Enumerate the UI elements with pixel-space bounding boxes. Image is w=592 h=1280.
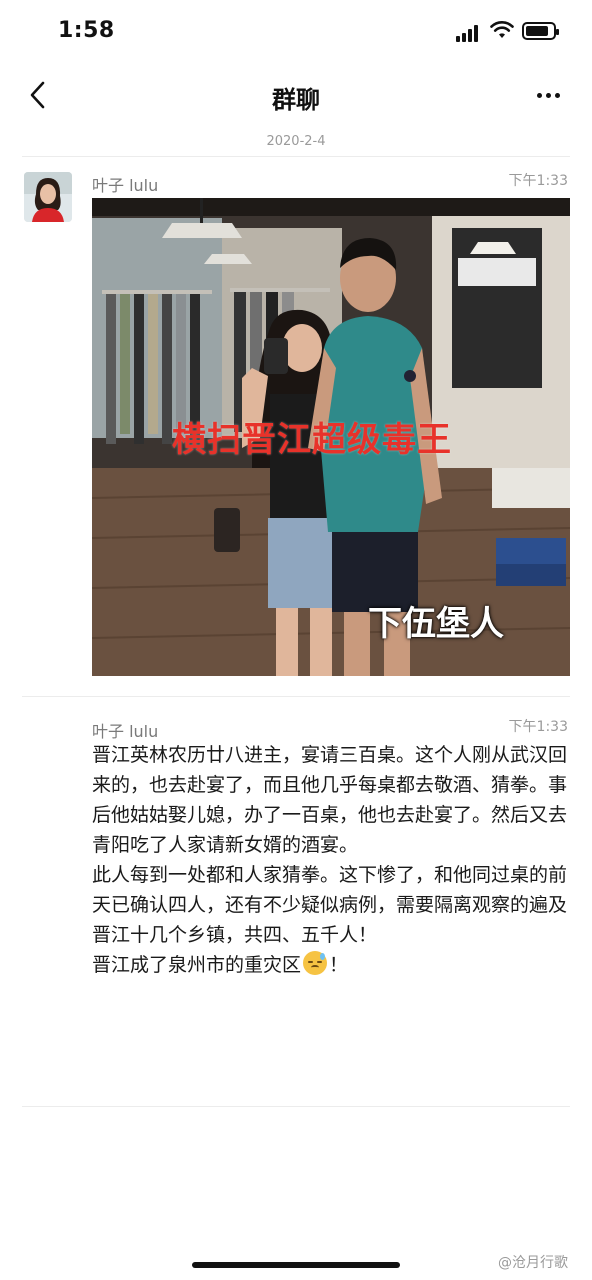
nav-bar: 群聊 [0,64,592,126]
message-time: 下午1:33 [508,719,568,735]
message-time: 下午1:33 [508,173,568,189]
battery-icon [522,22,559,40]
avatar[interactable] [24,172,72,222]
divider [22,696,570,697]
message-paragraph: 晋江英林农历廿八进主，宴请三百桌。这个人刚从武汉回来的，也去赴宴了，而且他几乎每… [92,744,568,856]
home-indicator[interactable] [192,1262,400,1268]
message-paragraph: 晋江成了泉州市的重灾区 ！ [92,950,572,980]
more-button[interactable] [528,80,568,110]
message-text-span: 晋江成了泉州市的重灾区 [92,954,302,976]
sender-name: 叶子 lulu [92,722,159,741]
image-caption-red: 横扫晋江超级毒王 [172,420,452,460]
sweat-emoji-icon [303,951,328,975]
wifi-icon [490,21,514,38]
status-bar: 1:58 [0,0,592,64]
message-text-span: ！ [329,954,349,976]
message-paragraph: 此人每到一处都和人家猜拳。这下惨了，和他同过桌的前天已确认四人，还有不少疑似病例… [92,864,568,946]
divider [22,1106,570,1107]
signal-icon [456,24,482,42]
status-time: 1:58 [58,18,115,43]
divider [22,156,570,157]
message-image[interactable]: 横扫晋江超级毒王 下伍堡人 [92,198,570,676]
image-caption-white: 下伍堡人 [368,604,504,644]
date-separator: 2020-2-4 [266,134,326,149]
watermark: @沧月行歌 [498,1255,568,1271]
page-title: 群聊 [272,86,320,114]
message-text: 晋江英林农历廿八进主，宴请三百桌。这个人刚从武汉回来的，也去赴宴了，而且他几乎每… [92,740,572,980]
sender-name: 叶子 lulu [92,176,159,195]
more-icon [536,92,542,98]
